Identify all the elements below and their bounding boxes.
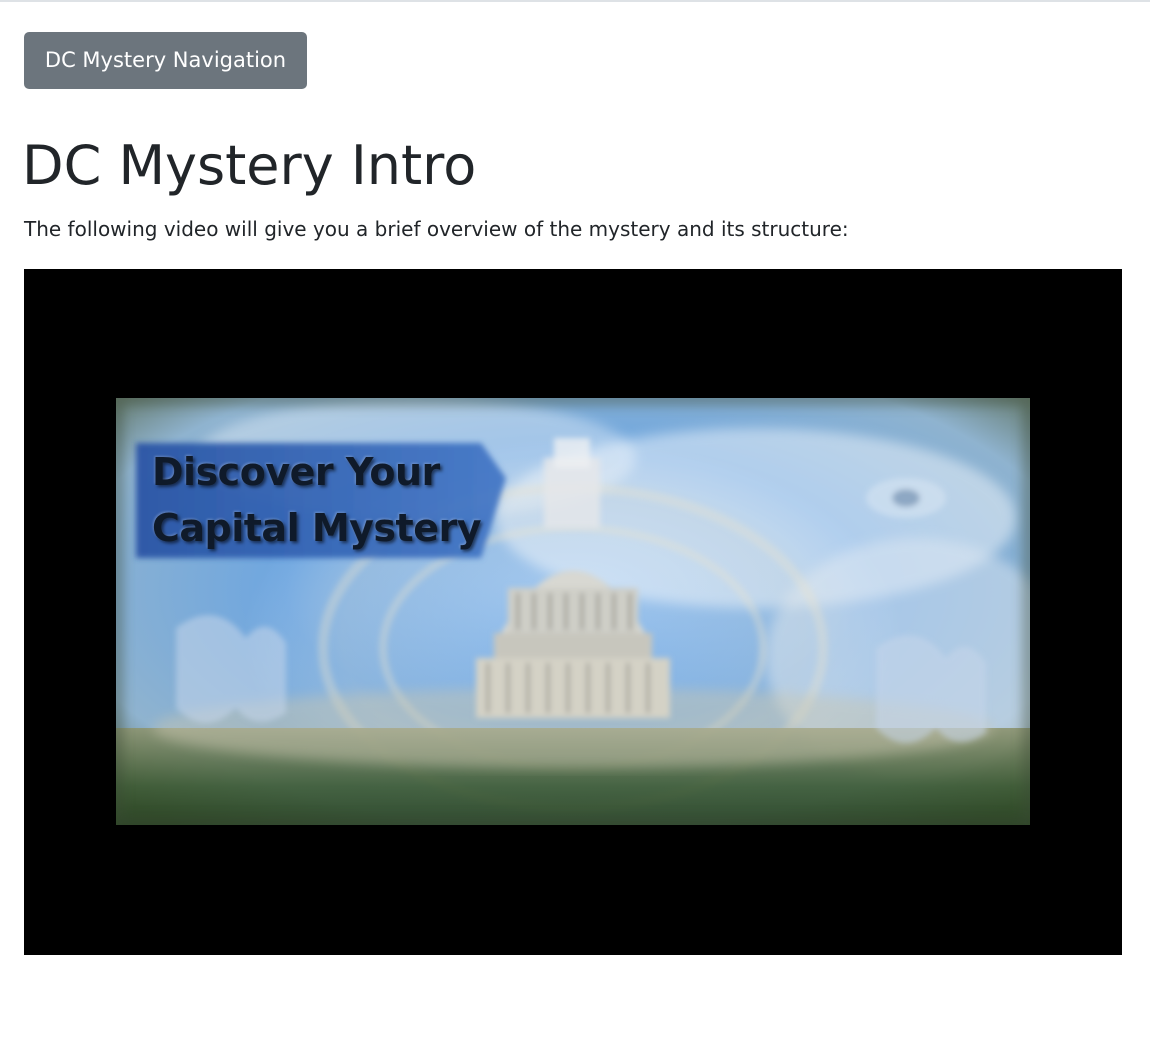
top-divider <box>0 0 1150 2</box>
dc-mystery-navigation-button[interactable]: DC Mystery Navigation <box>24 32 307 89</box>
poster-title-line2: Capital Mystery <box>152 506 481 550</box>
video-poster[interactable]: Discover Your Capital Mystery <box>116 398 1030 825</box>
video-poster-caption: Discover Your Capital Mystery <box>152 444 481 556</box>
video-player[interactable]: Discover Your Capital Mystery <box>24 269 1122 955</box>
intro-description: The following video will give you a brie… <box>24 217 849 241</box>
poster-title-line1: Discover Your <box>152 450 440 494</box>
page-title: DC Mystery Intro <box>22 134 477 197</box>
